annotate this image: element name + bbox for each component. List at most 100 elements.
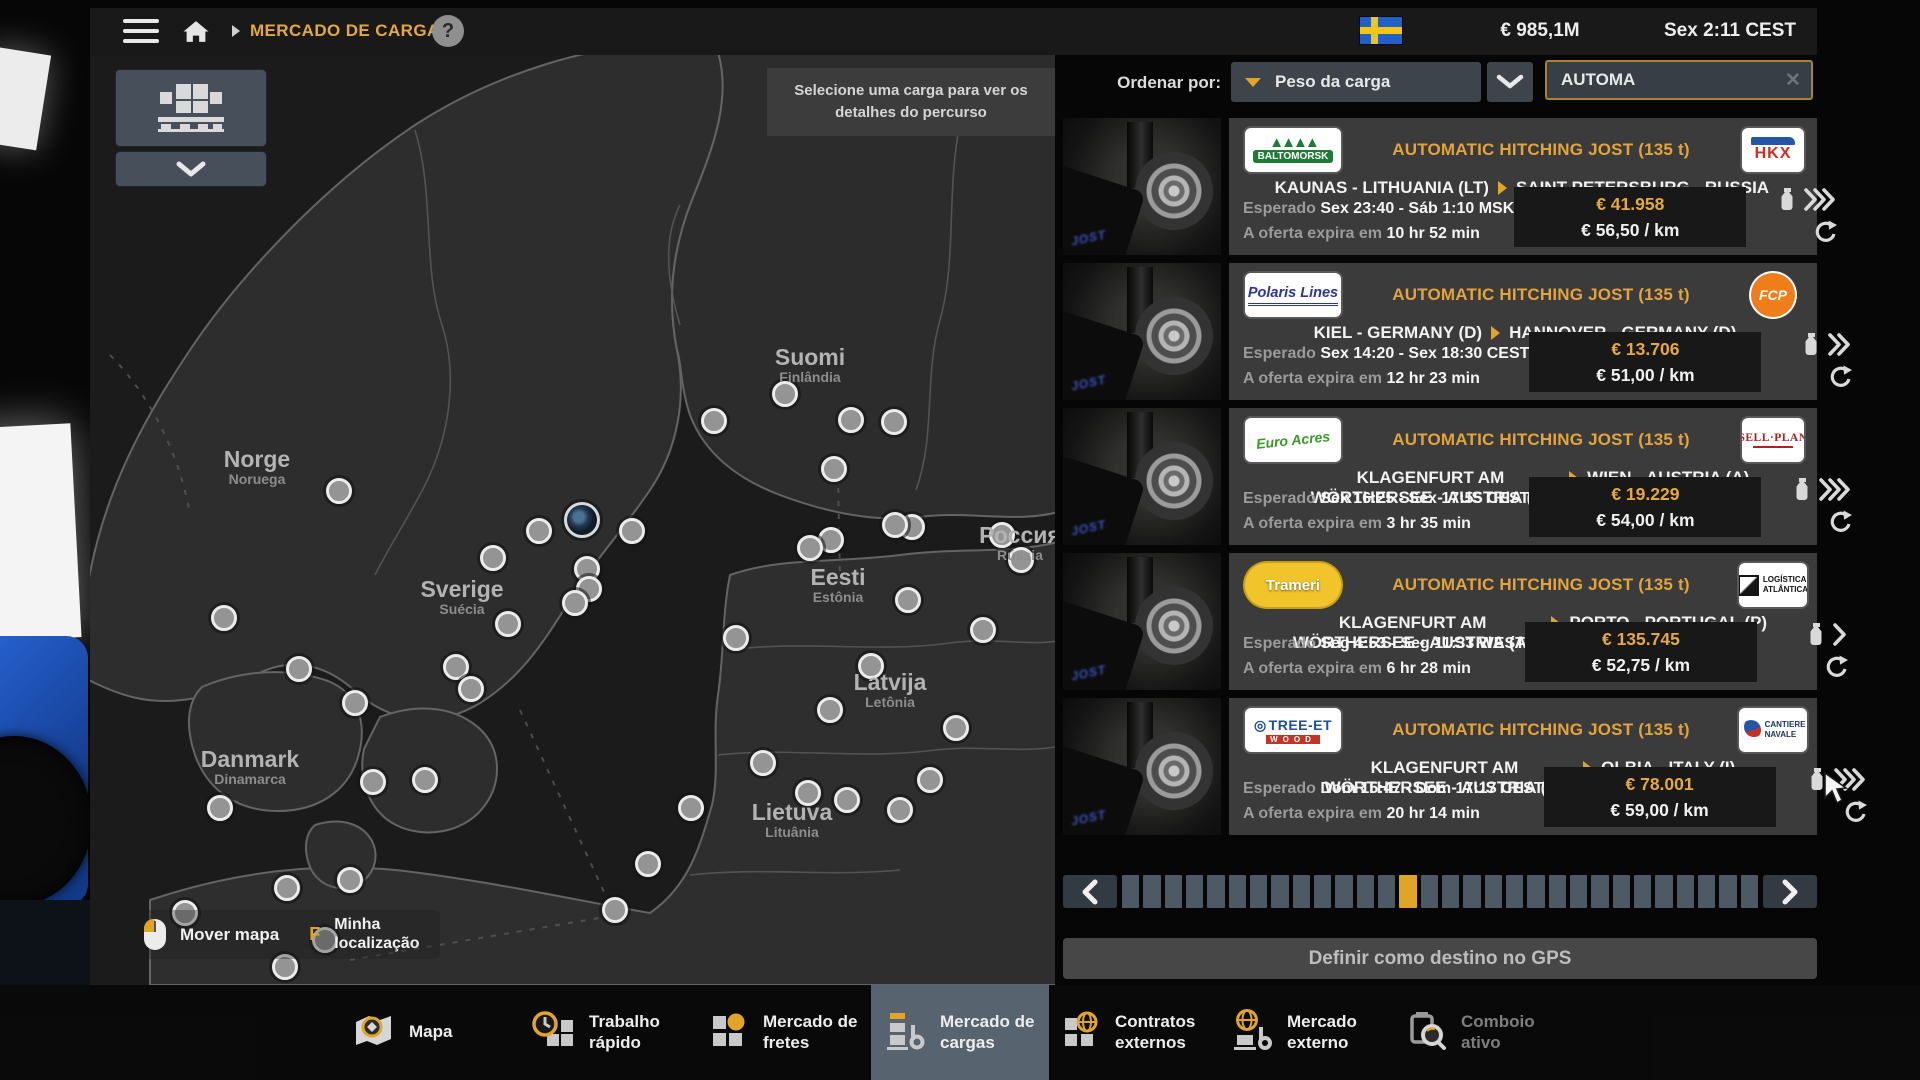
city-dot[interactable] — [342, 690, 368, 716]
collapse-panel-button[interactable] — [115, 151, 267, 187]
page-segment[interactable] — [1165, 875, 1182, 908]
logo-ornament — [1753, 446, 1793, 448]
page-segment[interactable] — [1293, 875, 1310, 908]
cargo-offer[interactable]: JOST ▲▲▲▲BALTOMORSK AUTOMATIC HITCHING J… — [1063, 118, 1817, 255]
city-dot[interactable] — [701, 408, 727, 434]
cargo-offer[interactable]: JOST Euro Acres AUTOMATIC HITCHING JOST … — [1063, 408, 1817, 545]
page-segment[interactable] — [1122, 875, 1139, 908]
page-segment[interactable] — [1698, 875, 1715, 908]
page-segment[interactable] — [1719, 875, 1736, 908]
page-segment[interactable] — [1314, 875, 1331, 908]
page-segment[interactable] — [1250, 875, 1267, 908]
city-dot[interactable] — [834, 787, 860, 813]
city-dot[interactable] — [458, 676, 484, 702]
my-location-label[interactable]: Minha localização — [334, 916, 426, 953]
page-segment[interactable] — [1655, 875, 1672, 908]
cargo-weight-icon — [1794, 477, 1811, 502]
next-page-button[interactable] — [1763, 875, 1817, 908]
menu-icon[interactable] — [123, 19, 159, 45]
page-segment[interactable] — [1207, 875, 1224, 908]
city-dot[interactable] — [723, 625, 749, 651]
sort-expand-button[interactable] — [1487, 62, 1533, 102]
city-dot[interactable] — [602, 897, 628, 923]
nav-item-mapa[interactable]: Mapa — [340, 985, 518, 1080]
city-dot[interactable] — [989, 522, 1015, 548]
nav-item-mercado-externo[interactable]: Mercado externo — [1218, 985, 1396, 1080]
city-dot[interactable] — [858, 653, 884, 679]
city-dot[interactable] — [887, 797, 913, 823]
page-segment[interactable] — [1485, 875, 1502, 908]
search-input[interactable] — [1545, 60, 1813, 100]
city-dot[interactable] — [360, 769, 386, 795]
nav-item-mercado-de-fretes[interactable]: Mercado de fretes — [694, 985, 872, 1080]
city-dot[interactable] — [274, 875, 300, 901]
city-dot[interactable] — [562, 590, 588, 616]
city-dot[interactable] — [1008, 547, 1034, 573]
page-segment[interactable] — [1335, 875, 1352, 908]
help-button[interactable]: ? — [432, 15, 464, 47]
city-dot[interactable] — [750, 750, 776, 776]
page-segment[interactable] — [1442, 875, 1459, 908]
city-dot[interactable] — [526, 518, 552, 544]
sort-dropdown[interactable]: Peso da carga — [1231, 62, 1481, 102]
cargo-thumbnail: JOST — [1063, 263, 1221, 400]
city-dot[interactable] — [207, 795, 233, 821]
city-dot[interactable] — [286, 656, 312, 682]
city-dot[interactable] — [480, 545, 506, 571]
nav-item-trabalho-r-pido[interactable]: Trabalho rápido — [520, 985, 698, 1080]
page-segment[interactable] — [1463, 875, 1480, 908]
page-segment[interactable] — [1271, 875, 1288, 908]
page-segment[interactable] — [1506, 875, 1523, 908]
city-dot[interactable] — [495, 611, 521, 637]
home-icon[interactable] — [182, 19, 210, 49]
set-gps-destination-button[interactable]: Definir como destino no GPS — [1063, 938, 1817, 979]
page-segment[interactable] — [1570, 875, 1587, 908]
chevron-down-icon — [1495, 74, 1525, 90]
page-segment[interactable] — [1186, 875, 1203, 908]
page-segment[interactable] — [1527, 875, 1544, 908]
route-map[interactable]: NorgeNoruegaSverigeSuéciaSuomiFinlândiaE… — [90, 55, 1055, 985]
city-dot[interactable] — [881, 409, 907, 435]
city-dot[interactable] — [326, 478, 352, 504]
page-segment[interactable] — [1613, 875, 1630, 908]
city-dot[interactable] — [678, 795, 704, 821]
city-dot[interactable] — [943, 715, 969, 741]
page-segment[interactable] — [1549, 875, 1566, 908]
page-segment-active[interactable] — [1399, 875, 1416, 908]
city-dot[interactable] — [211, 605, 237, 631]
city-dot[interactable] — [817, 697, 843, 723]
city-dot[interactable] — [838, 407, 864, 433]
cargo-offer[interactable]: JOST Polaris Lines AUTOMATIC HITCHING JO… — [1063, 263, 1817, 400]
clear-search-icon[interactable]: ✕ — [1785, 69, 1801, 92]
city-dot[interactable] — [412, 767, 438, 793]
page-segment[interactable] — [1591, 875, 1608, 908]
city-dot[interactable] — [772, 381, 798, 407]
city-dot[interactable] — [619, 518, 645, 544]
nav-item-mercado-de-cargas[interactable]: Mercado de cargas — [871, 985, 1049, 1080]
page-segment[interactable] — [1229, 875, 1246, 908]
city-dot[interactable] — [821, 456, 847, 482]
nav-item-comboio-ativo[interactable]: Comboio ativo — [1392, 985, 1570, 1080]
city-dot[interactable] — [882, 512, 908, 538]
page-segment[interactable] — [1677, 875, 1694, 908]
city-dot[interactable] — [795, 780, 821, 806]
page-segment[interactable] — [1378, 875, 1395, 908]
page-segment[interactable] — [1634, 875, 1651, 908]
page-segment[interactable] — [1357, 875, 1374, 908]
nav-item-contratos-externos[interactable]: Contratos externos — [1046, 985, 1224, 1080]
city-dot[interactable] — [970, 617, 996, 643]
cargo-thumbnail: JOST — [1063, 408, 1221, 545]
page-segment[interactable] — [1143, 875, 1160, 908]
page-segment[interactable] — [1421, 875, 1438, 908]
page-segment[interactable] — [1741, 875, 1758, 908]
city-dot[interactable] — [797, 535, 823, 561]
cargo-offer[interactable]: JOST TREE-ETWOOD AUTOMATIC HITCHING JOST… — [1063, 698, 1817, 835]
city-dot[interactable] — [917, 767, 943, 793]
city-dot[interactable] — [895, 587, 921, 613]
game-screen: MERCADO DE CARGAS ? € 985,1M Sex 2:11 CE… — [0, 0, 1920, 1080]
trailer-filter-button[interactable] — [115, 69, 267, 147]
previous-page-button[interactable] — [1063, 875, 1117, 908]
cargo-offer[interactable]: JOST Trameri AUTOMATIC HITCHING JOST (13… — [1063, 553, 1817, 690]
city-dot[interactable] — [635, 851, 661, 877]
city-dot[interactable] — [337, 867, 363, 893]
